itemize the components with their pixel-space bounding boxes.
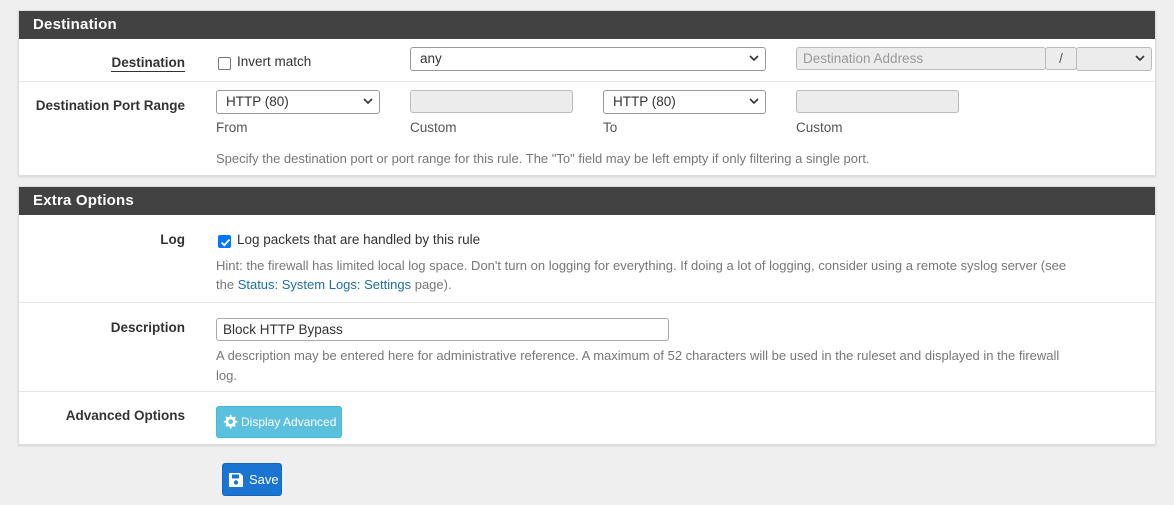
- log-hint-line-2: the Status: System Logs: Settings page).: [216, 275, 452, 295]
- save-disk-icon: [229, 473, 243, 487]
- mask-separator: /: [1045, 47, 1077, 70]
- system-logs-settings-link[interactable]: Status: System Logs: Settings: [238, 277, 411, 292]
- port-range-help: Specify the destination port or port ran…: [216, 151, 870, 166]
- log-checkbox-label: Log packets that are handled by this rul…: [237, 232, 481, 247]
- save-button-label: Save: [249, 472, 279, 487]
- to-sublabel: To: [603, 120, 618, 135]
- save-button[interactable]: Save: [222, 463, 282, 496]
- destination-label: Destination: [111, 55, 185, 72]
- mask-separator-text: /: [1059, 51, 1063, 66]
- destination-heading: Destination: [19, 11, 1155, 39]
- custom-sublabel-2: Custom: [796, 120, 843, 135]
- chevron-down-icon: [1135, 55, 1145, 62]
- destination-address-placeholder: Destination Address: [803, 51, 924, 66]
- invert-match-checkbox[interactable]: [218, 57, 231, 70]
- description-label: Description: [110, 320, 185, 335]
- log-hint-post: page).: [411, 277, 452, 292]
- extra-options-heading: Extra Options: [19, 187, 1155, 215]
- chevron-down-icon: [363, 98, 373, 105]
- from-sublabel: From: [216, 120, 248, 135]
- description-value: Block HTTP Bypass: [223, 322, 343, 337]
- destination-type-value: any: [420, 51, 442, 66]
- description-help-line-1: A description may be entered here for ad…: [216, 348, 1060, 363]
- log-checkbox[interactable]: [218, 235, 231, 248]
- description-help-line-2: log.: [216, 368, 237, 383]
- port-range-label: Destination Port Range: [35, 98, 185, 113]
- log-row: Log Log packets that are handled by this…: [19, 215, 1155, 303]
- gear-icon: [223, 414, 238, 429]
- extra-options-panel: Extra Options Log Log packets that are h…: [18, 186, 1156, 445]
- chevron-down-icon: [749, 55, 759, 62]
- invert-match-label: Invert match: [237, 54, 312, 69]
- destination-mask-select[interactable]: [1076, 47, 1152, 71]
- custom-sublabel-1: Custom: [410, 120, 457, 135]
- port-to-custom-input[interactable]: [796, 90, 959, 113]
- check-icon: [220, 238, 231, 247]
- destination-type-select[interactable]: any: [410, 47, 766, 71]
- port-from-custom-input[interactable]: [410, 90, 573, 113]
- description-input[interactable]: Block HTTP Bypass: [216, 318, 669, 341]
- port-range-row: Destination Port Range HTTP (80) HTTP (8…: [19, 82, 1155, 175]
- log-hint-pre: the: [216, 277, 238, 292]
- advanced-options-row: Advanced Options Display Advanced: [19, 392, 1155, 444]
- display-advanced-button[interactable]: Display Advanced: [216, 406, 342, 438]
- advanced-options-label: Advanced Options: [65, 408, 185, 423]
- display-advanced-label: Display Advanced: [241, 415, 337, 429]
- port-to-value: HTTP (80): [613, 94, 676, 109]
- destination-panel: Destination Destination Invert match any…: [18, 10, 1156, 176]
- destination-row: Destination Invert match any Destination…: [19, 39, 1155, 82]
- chevron-down-icon: [749, 98, 759, 105]
- port-from-value: HTTP (80): [226, 94, 289, 109]
- port-from-select[interactable]: HTTP (80): [216, 90, 380, 114]
- destination-address-input[interactable]: Destination Address: [796, 47, 1046, 70]
- port-to-select[interactable]: HTTP (80): [603, 90, 766, 114]
- log-label: Log: [160, 232, 185, 247]
- log-hint-line-1: Hint: the firewall has limited local log…: [216, 258, 1067, 273]
- description-row: Description Block HTTP Bypass A descript…: [19, 303, 1155, 392]
